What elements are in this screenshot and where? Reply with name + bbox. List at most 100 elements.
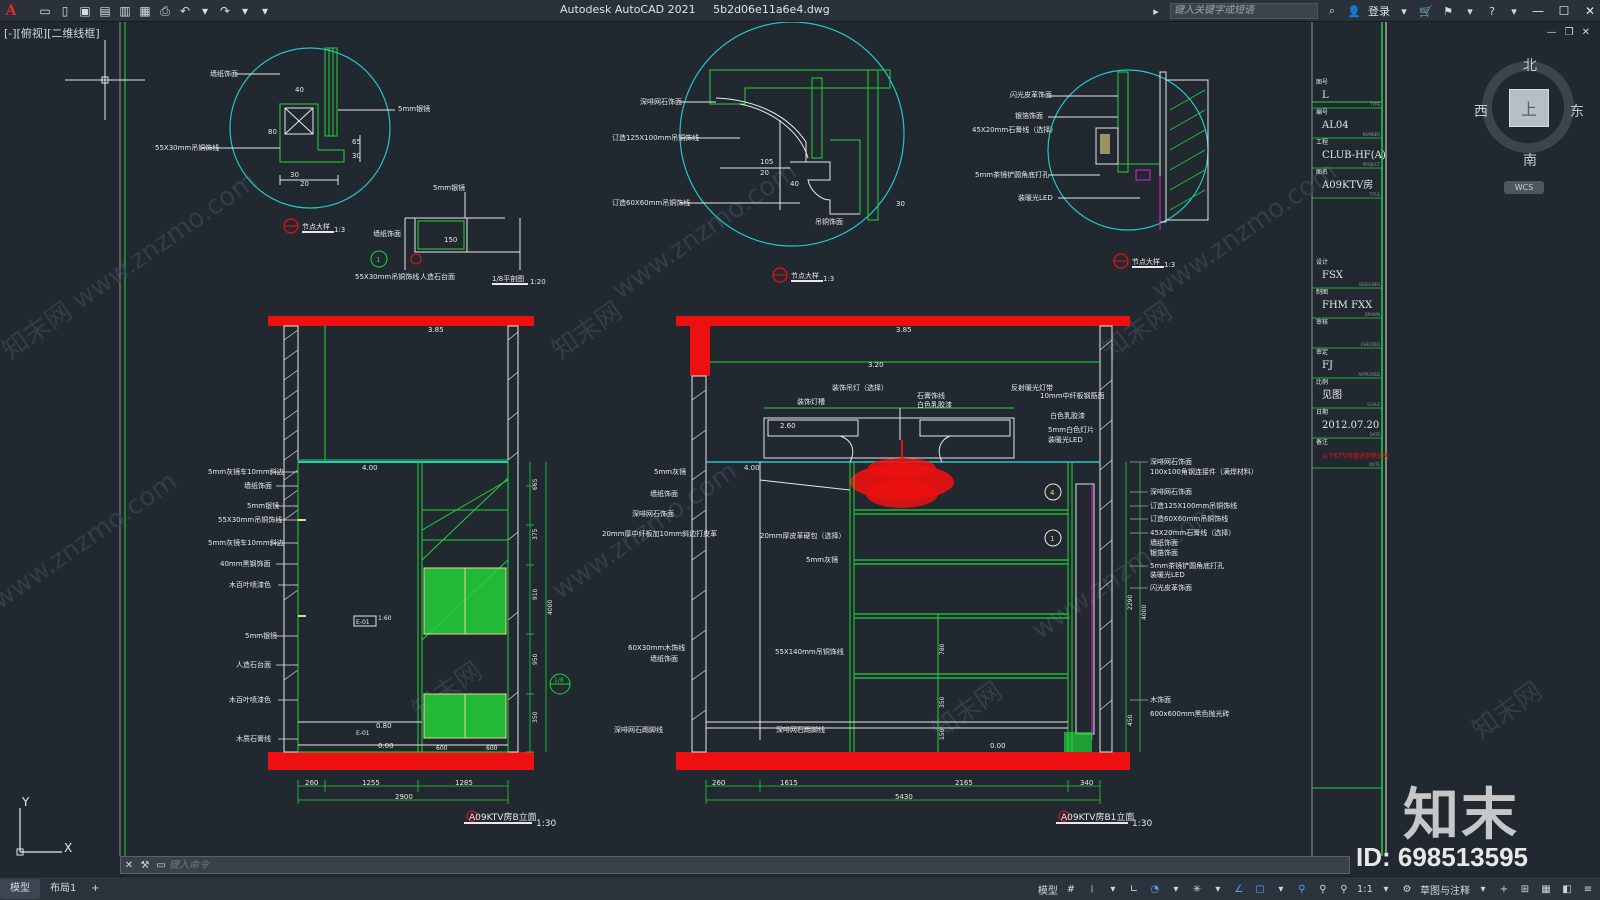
plot-icon[interactable]: ▥: [116, 3, 134, 19]
svg-text:节点大样: 节点大样: [302, 222, 330, 231]
maximize-button[interactable]: ☐: [1554, 4, 1574, 18]
grid-icon[interactable]: #: [1063, 884, 1079, 895]
svg-text:www.znzmo.com: www.znzmo.com: [67, 166, 263, 316]
close-command-icon[interactable]: ✕: [121, 860, 137, 871]
units-icon[interactable]: ⊞: [1517, 884, 1533, 895]
svg-text:订造125X100mm吊铜饰线: 订造125X100mm吊铜饰线: [1150, 501, 1237, 510]
add-layout-button[interactable]: +: [86, 883, 104, 894]
recent-commands-icon[interactable]: ▭: [153, 860, 169, 871]
compass-west[interactable]: 西: [1474, 101, 1488, 121]
search-icon[interactable]: ⌕: [1324, 4, 1340, 18]
user-icon[interactable]: 👤: [1346, 5, 1362, 18]
redo-icon[interactable]: ↷: [216, 3, 234, 19]
annotation-scale-value[interactable]: 1:1: [1357, 884, 1373, 895]
tab-layout1[interactable]: 布局1: [40, 879, 86, 899]
help-icon[interactable]: ?: [1484, 5, 1500, 18]
svg-text:0.00: 0.00: [990, 742, 1006, 750]
auto-scale-icon[interactable]: ⚲: [1315, 884, 1331, 895]
app-menu-button[interactable]: A: [0, 0, 22, 22]
svg-text:吊铜饰面: 吊铜饰面: [815, 217, 843, 226]
ortho-icon[interactable]: ∟: [1126, 884, 1142, 895]
object-snap-icon[interactable]: ▢: [1252, 884, 1268, 895]
publish-icon[interactable]: ▦: [136, 3, 154, 19]
help-dropdown-icon[interactable]: ▾: [1506, 5, 1522, 18]
new-icon[interactable]: ▭: [36, 3, 54, 19]
svg-text:木饰面: 木饰面: [1150, 695, 1171, 704]
login-dropdown-icon[interactable]: ▾: [1396, 5, 1412, 18]
polar-dropdown-icon[interactable]: ▾: [1168, 884, 1184, 895]
svg-text:1:30: 1:30: [536, 819, 556, 829]
annotation-scale-icon[interactable]: ⚲: [1336, 884, 1352, 895]
save-as-icon[interactable]: ▤: [96, 3, 114, 19]
isodraft-dropdown-icon[interactable]: ▾: [1210, 884, 1226, 895]
quick-properties-icon[interactable]: ▦: [1538, 884, 1554, 895]
polar-icon[interactable]: ◔: [1147, 884, 1163, 895]
print-icon[interactable]: ⎙: [156, 3, 174, 19]
title-block-label: 日期: [1316, 408, 1328, 416]
compass-east[interactable]: 东: [1570, 101, 1584, 121]
command-input[interactable]: [169, 859, 769, 871]
svg-text:20: 20: [760, 169, 769, 177]
undo-dropdown-icon[interactable]: ▾: [196, 3, 214, 19]
object-snap-tracking-icon[interactable]: ∠: [1231, 884, 1247, 895]
svg-text:墙纸饰面: 墙纸饰面: [373, 229, 401, 238]
svg-text:5mm灰镜: 5mm灰镜: [806, 555, 838, 564]
drawing-canvas[interactable]: Y X 知末网 www.znzmo.com 知末网 www.znzmo.com …: [0, 22, 1600, 858]
annotation-visibility-icon[interactable]: ⚲: [1294, 884, 1310, 895]
title-block-row: 备注以下KTV房看进参照此房 NOTE: [1312, 438, 1389, 469]
connect-icon[interactable]: ⚑: [1440, 5, 1456, 18]
svg-text:340: 340: [1080, 779, 1093, 787]
expand-arrow-icon[interactable]: ▸: [1148, 5, 1164, 18]
snap-dropdown-icon[interactable]: ▾: [1105, 884, 1121, 895]
isodraft-icon[interactable]: ✳: [1189, 884, 1205, 895]
title-block-sublabel: TITLE: [1368, 192, 1380, 197]
scale-dropdown-icon[interactable]: ▾: [1378, 884, 1394, 895]
snap-icon[interactable]: ⁞: [1084, 884, 1100, 895]
svg-text:665: 665: [532, 478, 539, 490]
workspace-switch[interactable]: 草图与注释: [1420, 882, 1470, 897]
svg-text:1:3: 1:3: [823, 275, 834, 283]
undo-icon[interactable]: ↶: [176, 3, 194, 19]
object-snap-dropdown-icon[interactable]: ▾: [1273, 884, 1289, 895]
annotation-monitor-icon[interactable]: +: [1496, 884, 1512, 895]
close-button[interactable]: ✕: [1580, 4, 1600, 18]
svg-text:20mm厚皮革硬包（选择）: 20mm厚皮革硬包（选择）: [760, 531, 846, 540]
svg-text:1255: 1255: [362, 779, 380, 787]
compass-south[interactable]: 南: [1523, 150, 1537, 170]
title-block-sublabel: DRAWN: [1365, 312, 1380, 317]
minimize-button[interactable]: —: [1528, 4, 1548, 18]
help-search-input[interactable]: 键入关键字或短语: [1170, 3, 1318, 19]
svg-text:深啡网石饰面: 深啡网石饰面: [640, 97, 682, 106]
isolate-objects-icon[interactable]: ◧: [1559, 884, 1575, 895]
svg-text:5mm茶镜铲圆角底打孔: 5mm茶镜铲圆角底打孔: [1150, 561, 1224, 570]
svg-text:知末网: 知末网: [1467, 676, 1548, 745]
login-button[interactable]: 登录: [1368, 3, 1390, 19]
svg-text:5mm银镜: 5mm银镜: [245, 631, 277, 640]
customize-dropdown-icon[interactable]: ▾: [256, 3, 274, 19]
save-icon[interactable]: ▣: [76, 3, 94, 19]
redo-dropdown-icon[interactable]: ▾: [236, 3, 254, 19]
ucs-icon: Y X: [16, 795, 72, 856]
drawing-close-button[interactable]: ✕: [1582, 27, 1590, 38]
svg-text:260: 260: [305, 779, 318, 787]
compass-north[interactable]: 北: [1523, 55, 1537, 75]
viewcube-top-face[interactable]: 上: [1509, 89, 1549, 127]
svg-text:人造石台面: 人造石台面: [236, 660, 271, 669]
open-icon[interactable]: ▯: [56, 3, 74, 19]
workspace-dropdown-icon[interactable]: ▾: [1475, 884, 1491, 895]
wcs-menu[interactable]: WCS: [1504, 181, 1544, 194]
title-block-value: FHM FXX: [1322, 300, 1373, 311]
customize-menu-icon[interactable]: ≡: [1580, 884, 1596, 895]
viewcube[interactable]: 上 北 南 西 东 WCS: [1474, 55, 1584, 205]
model-space-button[interactable]: 模型: [1038, 882, 1058, 897]
svg-text:墙纸饰面: 墙纸饰面: [244, 481, 272, 490]
section-plan: 1 5mm银镜 墙纸饰面 55X30mm吊铜饰线 人造石台面 150 1/8平剖…: [355, 183, 546, 286]
viewport-controls-label[interactable]: [-][俯视][二维线框]: [4, 25, 100, 41]
drawing-restore-button[interactable]: ❐: [1565, 27, 1574, 38]
tab-model[interactable]: 模型: [0, 878, 40, 899]
workspace-gear-icon[interactable]: ⚙: [1399, 884, 1415, 895]
drawing-minimize-button[interactable]: —: [1547, 27, 1557, 38]
cart-icon[interactable]: 🛒: [1418, 5, 1434, 18]
connect-dropdown-icon[interactable]: ▾: [1462, 5, 1478, 18]
customize-command-icon[interactable]: ⚒: [137, 860, 153, 871]
